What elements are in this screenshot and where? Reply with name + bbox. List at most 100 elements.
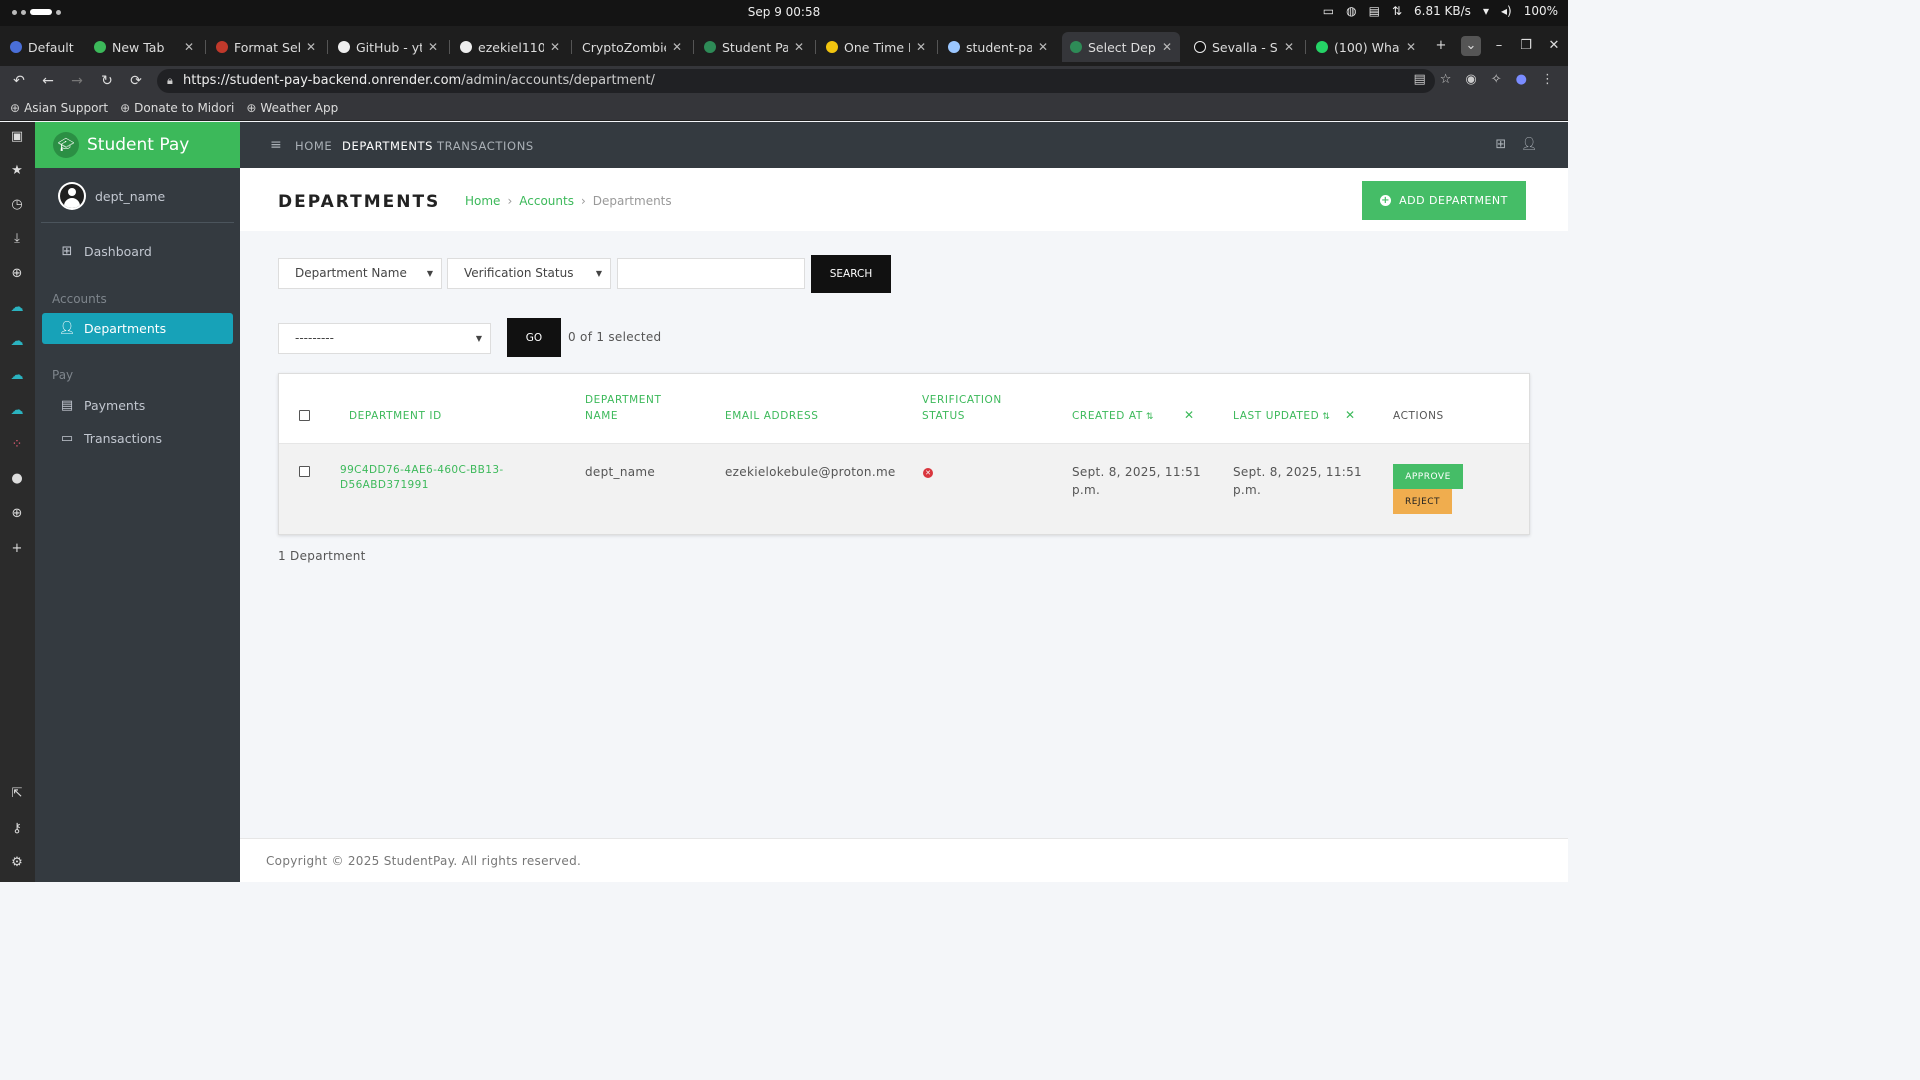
bookmark-star-icon[interactable]: ☆ [1440,72,1452,87]
menu-kebab-icon[interactable]: ⋮ [1541,72,1554,87]
col-last-updated[interactable]: LAST UPDATED ⇅ [1233,408,1330,425]
close-icon[interactable]: ✕ [916,40,926,54]
reader-mode-icon[interactable]: ▤ [1413,72,1425,87]
close-icon[interactable]: ✕ [1406,40,1416,54]
sort-icon[interactable]: ⇅ [1322,412,1330,422]
extensions-icon[interactable]: ✧ [1491,72,1502,87]
window-close-icon[interactable]: ✕ [1544,36,1564,56]
panel-settings-gear-icon[interactable]: ⚙ [8,854,26,872]
col-department-name[interactable]: DEPARTMENT NAME [585,392,661,424]
tab-github-ytdlp[interactable]: GitHub - yt-dlp ✕ [330,32,446,62]
sidebar-item-payments[interactable]: ▤ Payments [42,390,233,421]
user-panel[interactable]: dept_name [41,168,234,223]
forward-arrow-icon[interactable]: → [68,72,86,90]
filter-label: Verification Status [464,266,574,280]
tab-select-department[interactable]: Select Depart ✕ [1062,32,1180,62]
bulk-action-select[interactable]: --------- ▼ [278,323,491,354]
tab-format-select[interactable]: Format Select ✕ [208,32,324,62]
col-verification-status[interactable]: VERIFICATION STATUS [922,392,1002,424]
tab-ezekiel-github[interactable]: ezekiel11011/ ✕ [452,32,568,62]
verification-status-filter[interactable]: Verification Status ▼ [447,258,611,289]
department-id-link[interactable]: 99C4DD76-4AE6-460C-BB13- D56ABD371991 [340,463,504,493]
panel-globe-icon[interactable]: ⊕ [8,265,26,283]
topnav-departments-link[interactable]: DEPARTMENTS [342,139,433,153]
theme-grid-icon[interactable]: ⊞ [1495,137,1507,152]
restore-icon[interactable]: ❐ [1516,36,1536,56]
remove-sort-close-icon[interactable]: ✕ [1345,408,1355,422]
reload-icon[interactable]: ↻ [98,72,116,90]
page-title: DEPARTMENTS [278,192,441,212]
sidebar-item-dashboard[interactable]: ⊞ Dashboard [42,236,233,267]
panel-key-icon[interactable]: ⚷ [8,820,26,838]
panel-cloud-icon[interactable]: ☁ [8,299,26,317]
approve-button[interactable]: APPROVE [1393,464,1463,489]
sidebar-item-departments[interactable]: 👤︎ Departments [42,313,233,344]
select-all-checkbox[interactable] [299,410,310,421]
close-icon[interactable]: ✕ [794,40,804,54]
panel-github-icon[interactable]: ● [8,470,26,488]
panel-app-grid-icon[interactable]: ⁘ [8,436,26,454]
panel-globe-icon[interactable]: ⊕ [8,505,26,523]
panel-inbox-icon[interactable]: ▣ [8,128,26,146]
new-tab-plus-icon[interactable]: + [1431,36,1451,56]
profile-tab[interactable]: Default [2,32,82,62]
tab-new-tab[interactable]: New Tab ✕ [86,32,202,62]
sidebar-item-transactions[interactable]: ▭ Transactions [42,423,233,454]
brand-link[interactable]: 🎓︎ Student Pay [35,122,240,168]
minimize-icon[interactable]: – [1489,36,1509,56]
topnav-home-link[interactable]: HOME [295,139,332,153]
panel-cloud-icon[interactable]: ☁ [8,402,26,420]
system-tray[interactable]: ▭ ◍ ▤ ⇅ 6.81 KB/s ▾ ◂) 100% [1323,4,1558,18]
close-icon[interactable]: ✕ [1038,40,1048,54]
bookmark-label: Asian Support [24,101,109,115]
panel-cloud-icon[interactable]: ☁ [8,367,26,385]
panel-export-icon[interactable]: ⇱ [8,785,26,803]
remove-sort-close-icon[interactable]: ✕ [1184,408,1194,422]
col-created-at[interactable]: CREATED AT ⇅ [1072,408,1154,425]
panel-cloud-icon[interactable]: ☁ [8,333,26,351]
col-department-id[interactable]: DEPARTMENT ID [349,408,442,424]
go-button[interactable]: GO [507,318,561,357]
refresh-icon[interactable]: ⟳ [127,72,145,90]
hamburger-menu-icon[interactable]: ≡ [270,137,282,153]
panel-download-icon[interactable]: ⤓ [8,230,26,248]
close-icon[interactable]: ✕ [1162,40,1172,54]
tab-one-time-pay[interactable]: One Time Pay ✕ [818,32,934,62]
close-icon[interactable]: ✕ [428,40,438,54]
reject-button[interactable]: REJECT [1393,489,1452,514]
tab-student-pay[interactable]: Student Pay ✕ [696,32,812,62]
account-icon[interactable]: ◉ [1465,72,1476,87]
panel-star-icon[interactable]: ★ [8,162,26,180]
breadcrumb-accounts[interactable]: Accounts [519,194,574,208]
search-input[interactable] [617,258,805,289]
tab-list-chevron-icon[interactable]: ⌄ [1461,36,1481,56]
close-icon[interactable]: ✕ [184,40,194,54]
undo-close-icon[interactable]: ↶ [10,72,28,90]
bookmark-weather-app[interactable]: ⊕ Weather App [246,101,338,115]
tab-sevalla[interactable]: Sevalla - Seval ✕ [1186,32,1302,62]
close-icon[interactable]: ✕ [550,40,560,54]
add-department-button[interactable]: + ADD DEPARTMENT [1362,181,1526,220]
back-arrow-icon[interactable]: ← [39,72,57,90]
breadcrumb-home[interactable]: Home [465,194,500,208]
search-button[interactable]: SEARCH [811,255,891,293]
sort-icon[interactable]: ⇅ [1146,412,1154,422]
close-icon[interactable]: ✕ [1284,40,1294,54]
row-select-checkbox[interactable] [299,466,310,477]
department-name-filter[interactable]: Department Name ▼ [278,258,442,289]
topnav-transactions-link[interactable]: TRANSACTIONS [437,139,534,153]
bookmark-donate-to-midori[interactable]: ⊕ Donate to Midori [120,101,234,115]
bookmark-asian-support[interactable]: ⊕ Asian Support [10,101,108,115]
col-email-address[interactable]: EMAIL ADDRESS [725,408,819,424]
close-icon[interactable]: ✕ [306,40,316,54]
profile-avatar-icon[interactable]: ● [1516,72,1527,87]
tab-student-pay-backend[interactable]: student-pay-b ✕ [940,32,1056,62]
tab-cryptozombies[interactable]: CryptoZombies | ✕ [574,32,690,62]
url-bar[interactable]: 🔒︎ https://student-pay-backend.onrender.… [157,69,1435,93]
tab-whatsapp[interactable]: (100) WhatsA ✕ [1308,32,1424,62]
close-icon[interactable]: ✕ [672,40,682,54]
clipboard-icon: ▤ [1368,4,1380,18]
panel-history-icon[interactable]: ◷ [8,196,26,214]
panel-add-icon[interactable]: + [8,540,26,558]
user-account-icon[interactable]: 👤︎ [1521,137,1538,152]
